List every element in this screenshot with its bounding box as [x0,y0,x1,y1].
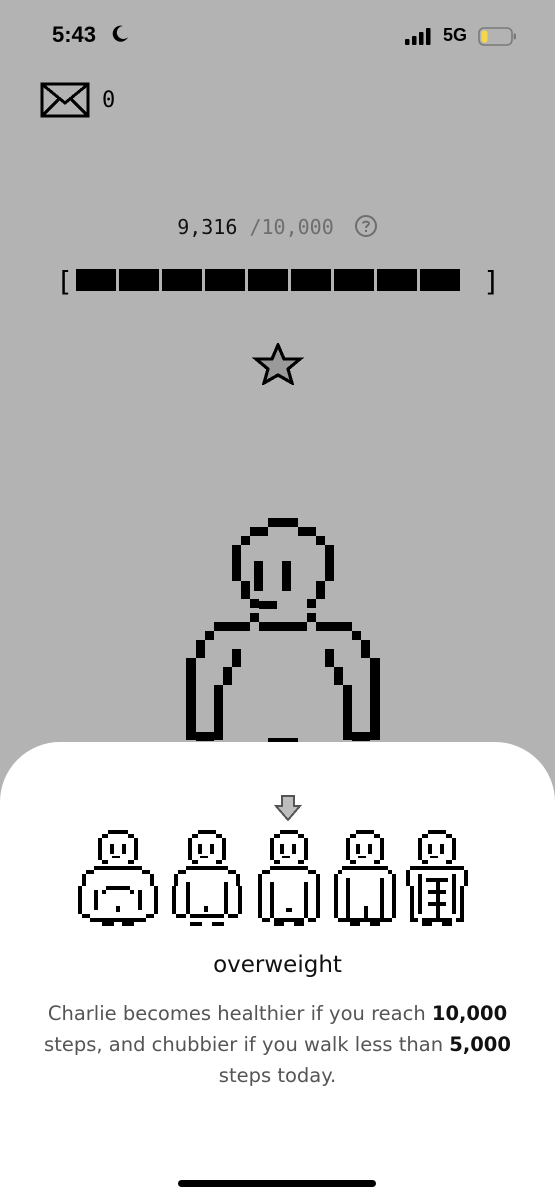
desc-min-steps: 5,000 [449,1033,511,1056]
desc-text-2: steps, and chubbier if you walk less tha… [44,1033,450,1056]
progress-segment [377,269,417,291]
progress-bracket-left: [ [56,265,73,298]
charlie-character[interactable] [186,518,380,750]
info-sheet: overweight Charlie becomes healthier if … [0,742,555,1200]
stage-label: overweight [213,952,342,978]
stage-3-overweight[interactable] [258,830,320,930]
stage-4-fit[interactable] [334,830,396,930]
progress-segment [291,269,331,291]
steps-current: 9,316 [177,215,238,239]
signal-icon [405,28,431,45]
step-counter: 9,316 /10,000 [0,214,555,244]
progress-segment [162,269,202,291]
battery-icon [478,27,516,46]
progress-bracket-right: ] [483,265,500,298]
progress-segment [119,269,159,291]
stage-1-obese[interactable] [78,830,160,930]
stage-5-muscular[interactable] [406,830,468,930]
stage-2-chubby[interactable] [172,830,242,930]
desc-text-1: Charlie becomes healthier if you reach [47,1002,432,1025]
progress-segment [76,269,116,291]
stage-selector [78,830,478,930]
desc-goal-steps: 10,000 [431,1002,508,1025]
moon-icon [112,25,128,42]
progress-segment [248,269,288,291]
star-icon[interactable] [252,343,304,385]
home-indicator[interactable] [178,1180,376,1187]
steps-goal: /10,000 [249,215,334,239]
status-time: 5:43 [52,22,97,47]
envelope-icon [40,82,90,118]
question-circle-icon[interactable] [354,214,378,238]
down-arrow-icon [274,795,302,822]
progress-segment [205,269,245,291]
progress-segment [334,269,374,291]
step-progress-bar: [ ] [56,265,506,298]
network-label: 5G [443,25,468,45]
mail-count: 0 [102,88,116,113]
stage-description: Charlie becomes healthier if you reach 1… [30,998,525,1091]
progress-segment [420,269,460,291]
status-bar: 5:43 5G [0,0,555,74]
desc-text-3: steps today. [218,1064,337,1087]
